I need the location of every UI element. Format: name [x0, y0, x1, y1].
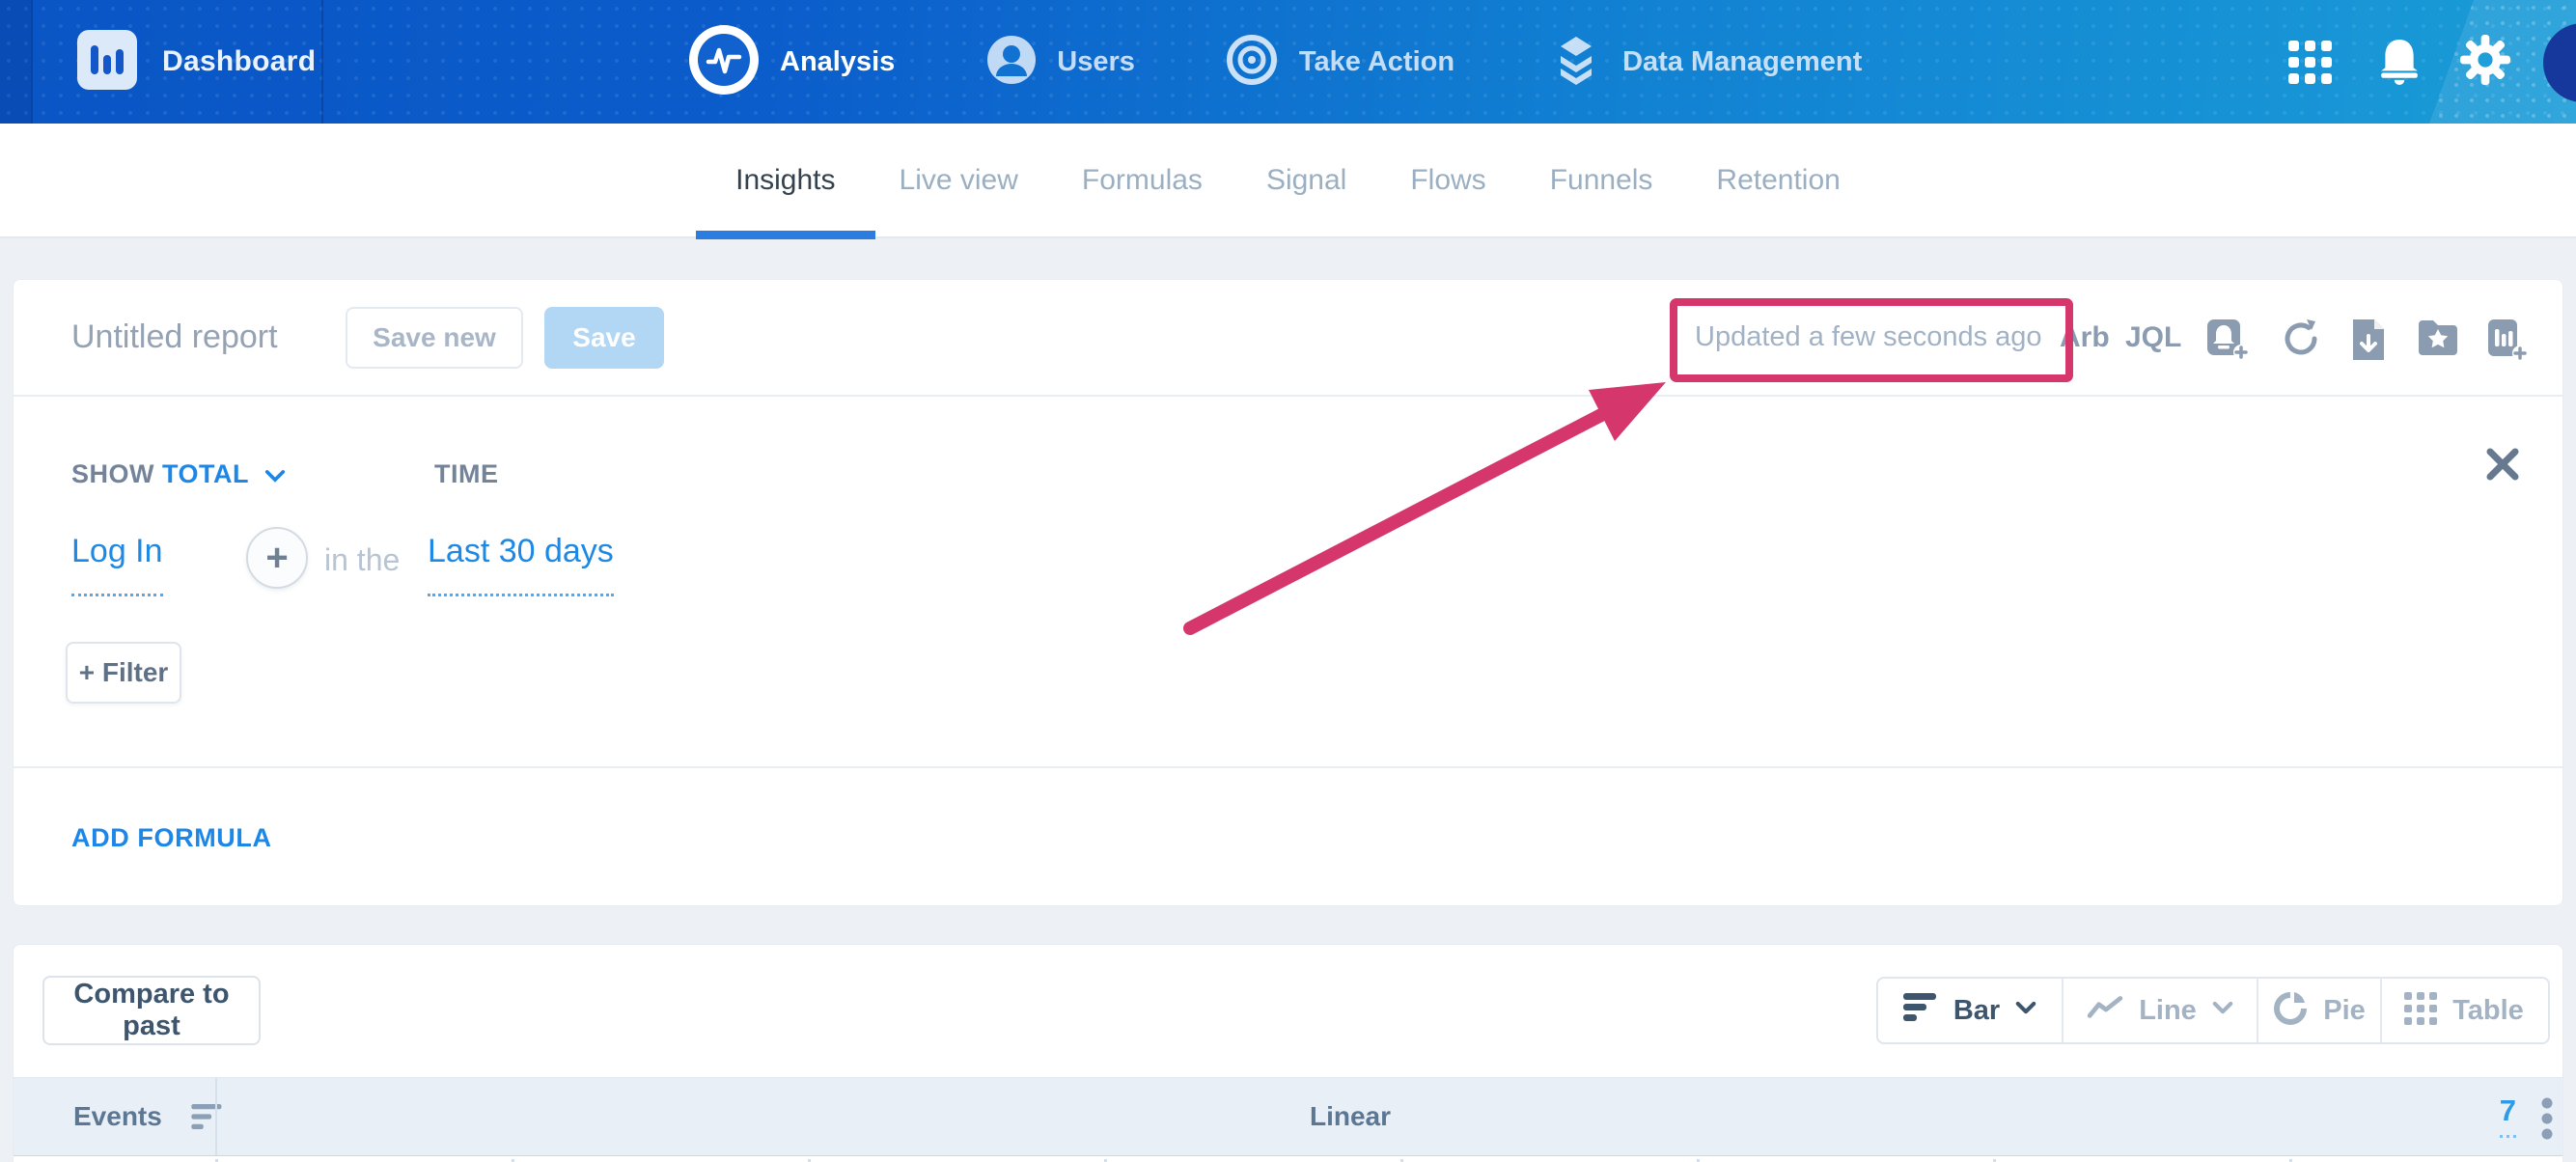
save-button[interactable]: Save: [544, 307, 664, 369]
visualization-card: Compare to past Bar Line: [13, 944, 2563, 1162]
bar-chart-icon: [1903, 993, 1938, 1028]
table-icon: [2404, 992, 2437, 1030]
updated-status: Updated a few seconds ago: [1695, 280, 2042, 395]
connector-text: in the: [324, 542, 400, 578]
chart-type-label: Table: [2452, 995, 2524, 1027]
nav-divider: [31, 0, 33, 124]
nav-item-data-management[interactable]: Data Management: [1551, 0, 1862, 124]
tab-live-view[interactable]: Live view: [900, 123, 1018, 237]
tab-formulas[interactable]: Formulas: [1082, 123, 1203, 237]
nav-label-take-action: Take Action: [1299, 46, 1454, 78]
tab-label: Insights: [735, 164, 835, 197]
time-label: TIME: [434, 459, 499, 489]
nav-label-analysis: Analysis: [780, 46, 895, 78]
export-file-icon[interactable]: [2348, 318, 2389, 358]
add-formula-button[interactable]: ADD FORMULA: [71, 768, 272, 907]
tab-insights[interactable]: Insights: [735, 123, 835, 237]
nav-label-users: Users: [1057, 46, 1135, 78]
tab-label: Retention: [1716, 164, 1840, 197]
tab-label: Live view: [900, 164, 1018, 197]
report-tabbar: Insights Live view Formulas Signal Flows…: [0, 124, 2576, 238]
kebab-menu-icon[interactable]: [2541, 1097, 2553, 1145]
chart-type-pie[interactable]: Pie: [2258, 979, 2382, 1042]
chevron-down-icon: [264, 460, 286, 490]
chart-type-table[interactable]: Table: [2382, 979, 2546, 1042]
nav-item-analysis[interactable]: Analysis: [689, 0, 895, 124]
dashboard-logo-icon: [77, 30, 137, 95]
refresh-icon[interactable]: [2280, 318, 2320, 358]
close-icon[interactable]: [2480, 442, 2525, 486]
jql-toggle[interactable]: JQL: [2125, 280, 2181, 395]
dashboard-label: Dashboard: [162, 45, 316, 78]
chart-type-label: Pie: [2323, 995, 2366, 1027]
chart-type-label: Bar: [1953, 995, 2000, 1027]
active-tab-underline: [696, 231, 875, 239]
nav-right-cluster: [2171, 0, 2576, 124]
dashboard-nav-item[interactable]: Dashboard: [77, 0, 316, 124]
event-selector[interactable]: Log In: [71, 533, 163, 596]
nav-item-take-action[interactable]: Take Action: [1226, 0, 1454, 124]
gear-icon[interactable]: [2460, 35, 2510, 90]
target-icon: [1226, 34, 1278, 91]
user-icon: [987, 36, 1036, 89]
report-builder-card: Untitled report Save new Save Updated a …: [13, 279, 2563, 906]
nav-label-data-management: Data Management: [1622, 46, 1862, 78]
primary-nav: Analysis Users Take Action Data Manageme…: [689, 0, 1862, 124]
layers-icon: [1551, 35, 1601, 90]
chevron-down-icon: [2212, 1001, 2233, 1020]
tab-label: Signal: [1266, 164, 1346, 197]
report-title[interactable]: Untitled report: [71, 280, 278, 395]
arb-toggle[interactable]: Arb: [2060, 280, 2110, 395]
add-filter-button[interactable]: + Filter: [66, 642, 181, 704]
chart-type-bar[interactable]: Bar: [1878, 979, 2064, 1042]
show-value: TOTAL: [162, 459, 249, 488]
nav-left-strip: [0, 0, 31, 124]
tab-retention[interactable]: Retention: [1716, 123, 1840, 237]
series-column-header: Linear: [215, 1078, 2485, 1155]
tab-label: Funnels: [1550, 164, 1653, 197]
chart-type-line[interactable]: Line: [2064, 979, 2258, 1042]
nav-diagonal-decoration: [2171, 0, 2576, 124]
tab-label: Flows: [1410, 164, 1485, 197]
series-count[interactable]: 7: [2500, 1093, 2516, 1138]
pulse-icon: [689, 25, 759, 99]
apps-grid-icon[interactable]: [2288, 41, 2333, 90]
formula-row: ADD FORMULA: [14, 766, 2562, 907]
add-event-button[interactable]: +: [246, 527, 308, 589]
tab-funnels[interactable]: Funnels: [1550, 123, 1653, 237]
nav-divider: [321, 0, 323, 124]
line-chart-icon: [2087, 995, 2123, 1027]
chart-type-switcher: Bar Line Pie: [1876, 977, 2550, 1044]
table-top-sliver: [14, 1157, 2562, 1162]
show-label-text: SHOW: [71, 459, 154, 488]
tab-label: Formulas: [1082, 164, 1203, 197]
events-column-header: Events: [73, 1078, 162, 1155]
tab-signal[interactable]: Signal: [1266, 123, 1346, 237]
add-to-dashboard-icon[interactable]: [2484, 318, 2525, 358]
pie-chart-icon: [2273, 991, 2308, 1031]
favorite-folder-icon[interactable]: [2417, 318, 2457, 358]
bell-icon[interactable]: [2377, 37, 2422, 92]
nav-item-users[interactable]: Users: [987, 0, 1135, 124]
show-label[interactable]: SHOW TOTAL: [71, 459, 286, 490]
top-navbar: Dashboard Analysis Users Take Action: [0, 0, 2576, 124]
series-header-band: Events Linear 7: [14, 1077, 2562, 1156]
save-new-button[interactable]: Save new: [346, 307, 523, 369]
chart-type-label: Line: [2139, 995, 2197, 1027]
page: Dashboard Analysis Users Take Action: [0, 0, 2576, 1162]
time-range-selector[interactable]: Last 30 days: [428, 533, 614, 596]
compare-to-past-button[interactable]: Compare to past: [42, 976, 261, 1045]
chevron-down-icon: [2015, 1001, 2036, 1020]
report-header-row: Untitled report Save new Save Updated a …: [14, 280, 2562, 397]
add-alert-icon[interactable]: [2205, 318, 2246, 358]
tab-flows[interactable]: Flows: [1410, 123, 1485, 237]
